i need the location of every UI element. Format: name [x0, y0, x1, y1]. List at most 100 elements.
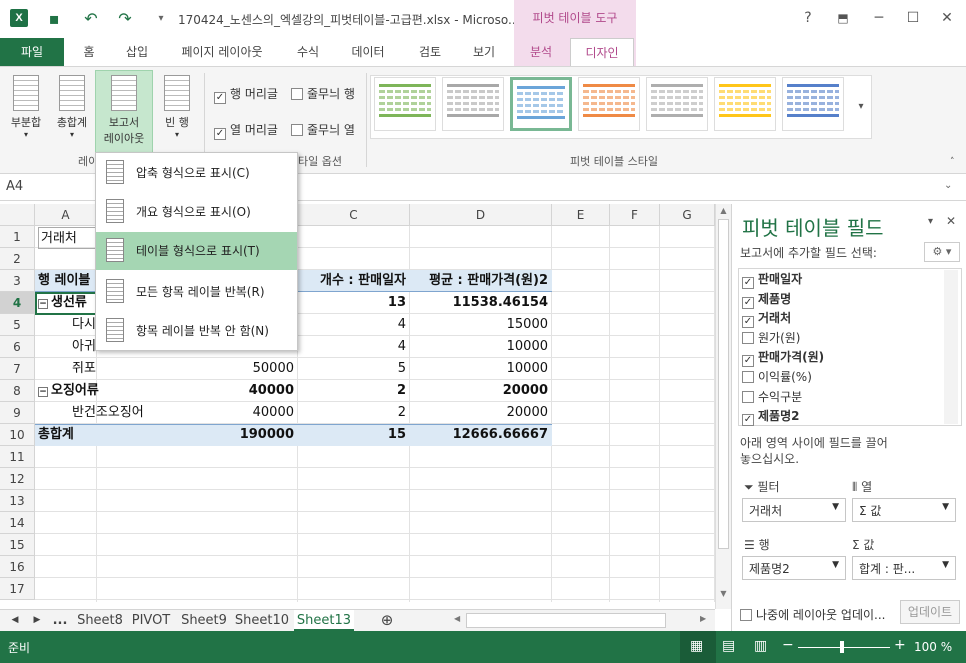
sheet-tab-sheet8[interactable]: Sheet8 [74, 610, 126, 631]
scroll-up-icon[interactable]: ▲ [716, 206, 731, 215]
sheet-next-icon[interactable]: ▶ [30, 610, 44, 631]
scroll-down-icon[interactable]: ▼ [716, 589, 731, 598]
pivot-style-swatch[interactable] [714, 77, 776, 131]
row-header-17[interactable]: 17 [0, 578, 35, 600]
chevron-down-icon[interactable]: ▼ [942, 560, 949, 570]
column-header-e[interactable]: E [552, 204, 610, 226]
cell-b8[interactable]: 40000 [190, 380, 298, 402]
sheet-tab-pivot[interactable]: PIVOT [128, 610, 174, 631]
cell-d5[interactable]: 15000 [410, 314, 552, 336]
gallery-more-icon[interactable]: ▾ [850, 75, 872, 139]
sheet-tab-sheet9[interactable]: Sheet9 [178, 610, 230, 631]
filter-field-box[interactable]: 거래처 ▼ [742, 498, 846, 522]
field-item[interactable]: 이익률(%) [742, 368, 937, 388]
cell-c8[interactable]: 2 [298, 380, 410, 402]
formula-expand-icon[interactable]: ⌄ [944, 180, 952, 191]
undo-icon[interactable]: ↶ [80, 8, 102, 30]
name-box[interactable]: A4 [0, 176, 95, 198]
chevron-down-icon[interactable]: ▼ [832, 560, 839, 570]
chevron-down-icon[interactable]: ▼ [942, 502, 949, 512]
tab-design[interactable]: 디자인 [570, 38, 634, 66]
normal-view-icon[interactable]: ▦ [690, 638, 703, 654]
zoom-level[interactable]: 100 % [914, 640, 952, 654]
zoom-slider-track[interactable] [798, 647, 890, 648]
tab-analyze[interactable]: 분석 [518, 38, 564, 66]
tab-file[interactable]: 파일 [0, 38, 64, 66]
cell-d6[interactable]: 10000 [410, 336, 552, 358]
cell-a4[interactable]: − 생선류 [38, 292, 98, 314]
redo-icon[interactable]: ↷ [114, 8, 136, 30]
field-item[interactable]: 원가(원) [742, 329, 937, 349]
row-header-16[interactable]: 16 [0, 556, 35, 578]
cell-d4[interactable]: 11538.46154 [410, 292, 552, 314]
row-header-5[interactable]: 5 [0, 314, 35, 336]
cell-c9[interactable]: 2 [298, 402, 410, 424]
field-list-scrollbar[interactable] [944, 270, 958, 424]
cell-b7[interactable]: 50000 [190, 358, 298, 380]
cell-c5[interactable]: 4 [298, 314, 410, 336]
cell-d10[interactable]: 12666.66667 [410, 424, 552, 446]
column-header-g[interactable]: G [660, 204, 715, 226]
row-header-15[interactable]: 15 [0, 534, 35, 556]
checkbox-empty-icon[interactable] [742, 390, 754, 403]
cell-b9[interactable]: 40000 [190, 402, 298, 424]
row-headers-checkbox[interactable]: ✓ 행 머리글 [214, 85, 278, 104]
cell-c3[interactable]: 개수 : 판매일자 [298, 270, 410, 292]
zoom-slider-thumb[interactable] [840, 641, 844, 653]
row-header-13[interactable]: 13 [0, 490, 35, 512]
cell-a3[interactable]: 행 레이블 [38, 270, 98, 292]
row-header-14[interactable]: 14 [0, 512, 35, 534]
menu-item-tabular-form[interactable]: 테이블 형식으로 표시(T) [96, 232, 297, 270]
page-break-view-icon[interactable]: ▥ [754, 638, 767, 654]
sheet-tab-sheet10[interactable]: Sheet10 [233, 610, 291, 631]
cell-c10[interactable]: 15 [298, 424, 410, 446]
menu-item-no-repeat-labels[interactable]: 항목 레이블 반복 안 함(N) [96, 312, 297, 350]
add-sheet-icon[interactable]: ⊕ [376, 610, 398, 631]
tab-data[interactable]: 데이터 [342, 38, 394, 66]
field-item[interactable]: ✓ 판매가격(원) [742, 348, 937, 368]
row-header-11[interactable]: 11 [0, 446, 35, 468]
values-field-box[interactable]: 합계 : 판... ▼ [852, 556, 956, 580]
row-header-9[interactable]: 9 [0, 402, 35, 424]
scroll-thumb[interactable] [718, 219, 729, 549]
help-icon[interactable]: ? [793, 6, 823, 30]
row-header-3[interactable]: 3 [0, 270, 35, 292]
cell-a8[interactable]: − 오징어류 [38, 380, 158, 402]
checkbox-checked-icon[interactable]: ✓ [742, 355, 754, 368]
cell-a10[interactable]: 총합계 [38, 424, 158, 446]
field-item[interactable]: ✓ 거래처 [742, 309, 937, 329]
cell-d7[interactable]: 10000 [410, 358, 552, 380]
column-header-a[interactable]: A [35, 204, 97, 226]
sheet-prev-icon[interactable]: ◀ [8, 610, 22, 631]
pivot-style-swatch[interactable] [578, 77, 640, 131]
row-header-12[interactable]: 12 [0, 468, 35, 490]
cell-d8[interactable]: 20000 [410, 380, 552, 402]
row-header-8[interactable]: 8 [0, 380, 35, 402]
row-header-1[interactable]: 1 [0, 226, 35, 248]
gear-icon[interactable]: ⚙ ▾ [924, 242, 960, 262]
rows-field-box[interactable]: 제품명2 ▼ [742, 556, 846, 580]
grand-totals-button[interactable]: 총합계 ▾ [50, 71, 94, 149]
pivot-style-swatch[interactable] [374, 77, 436, 131]
row-header-4[interactable]: 4 [0, 292, 35, 314]
pivot-style-swatch[interactable] [442, 77, 504, 131]
collapse-ribbon-icon[interactable]: ˄ [950, 157, 955, 167]
row-header-2[interactable]: 2 [0, 248, 35, 270]
pivot-style-swatch[interactable] [646, 77, 708, 131]
maximize-icon[interactable]: ☐ [898, 6, 928, 30]
cell-c4[interactable]: 13 [298, 292, 410, 314]
col-headers-checkbox[interactable]: ✓ 열 머리글 [214, 121, 278, 140]
menu-item-repeat-labels[interactable]: 모든 항목 레이블 반복(R) [96, 273, 297, 311]
tab-view[interactable]: 보기 [464, 38, 504, 66]
defer-update-checkbox[interactable]: 나중에 레이아웃 업데이... [740, 606, 885, 623]
checkbox-empty-icon[interactable] [742, 331, 754, 344]
hscroll-left-icon[interactable]: ◀ [454, 614, 464, 627]
hscroll-right-icon[interactable]: ▶ [700, 614, 710, 627]
checkbox-checked-icon[interactable]: ✓ [742, 414, 754, 427]
pane-options-icon[interactable]: ▾ [928, 216, 933, 227]
field-item[interactable]: ✓ 판매일자 [742, 270, 937, 290]
cell-c6[interactable]: 4 [298, 336, 410, 358]
field-item[interactable]: 수익구분 [742, 388, 937, 408]
cell-b10[interactable]: 190000 [190, 424, 298, 446]
pivot-style-swatch[interactable] [782, 77, 844, 131]
